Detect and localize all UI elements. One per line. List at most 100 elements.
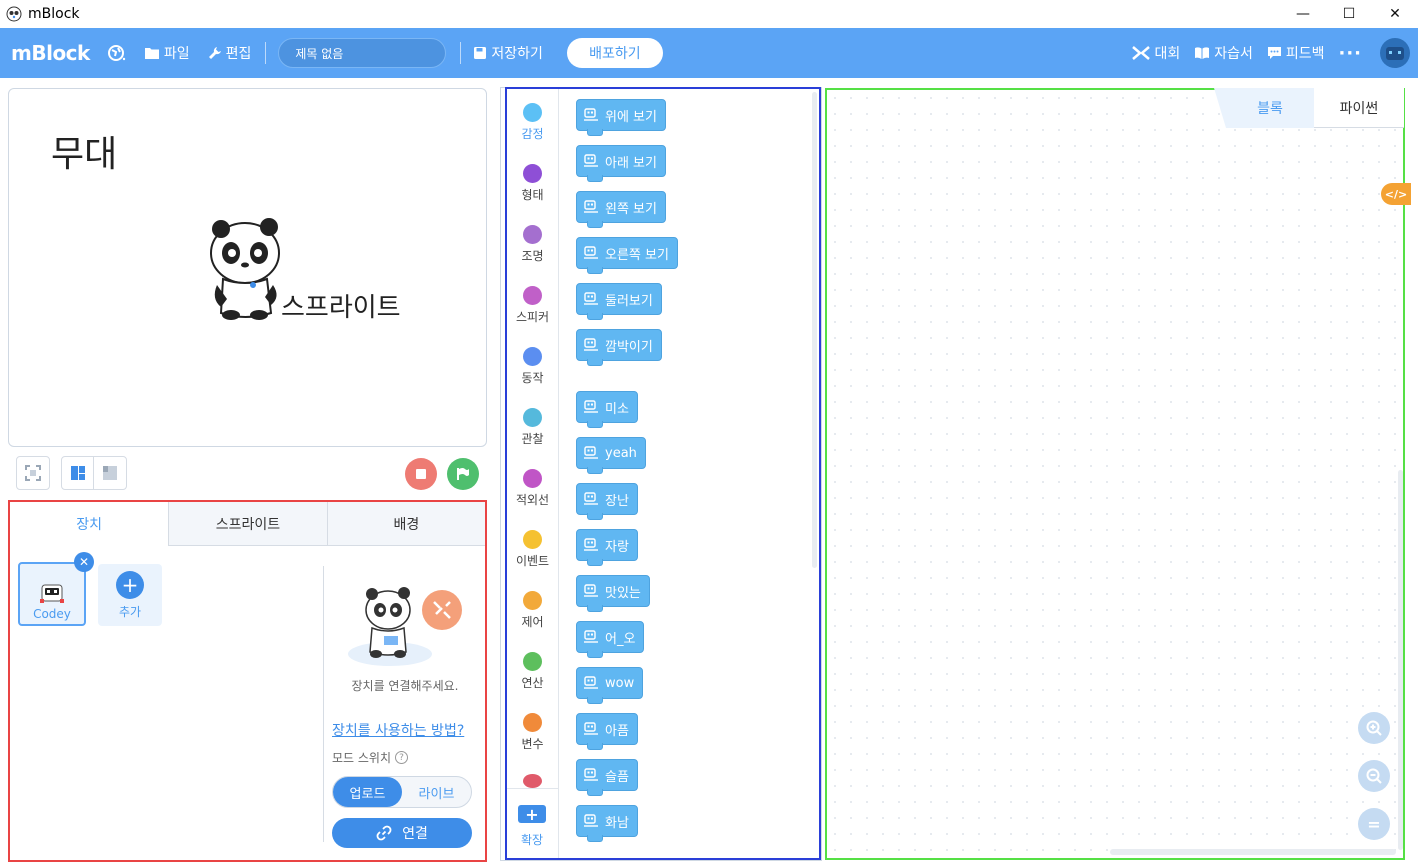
category-color-dot	[523, 347, 542, 366]
connect-hint-text: 장치를 연결해주세요.	[351, 679, 459, 693]
code-block[interactable]: 아래 보기	[576, 145, 666, 182]
language-globe-icon[interactable]	[107, 44, 126, 62]
project-title-input[interactable]: 제목 없음	[278, 38, 447, 68]
feedback-link[interactable]: 피드백	[1267, 43, 1324, 63]
category-item[interactable]: 제어	[506, 585, 559, 646]
stop-button[interactable]	[405, 458, 437, 490]
category-item[interactable]: 연산	[506, 646, 559, 707]
connect-button[interactable]: 연결	[332, 818, 472, 848]
help-icon[interactable]: ?	[395, 751, 409, 764]
category-item[interactable]: 관찰	[506, 402, 559, 463]
edit-menu[interactable]: 편집	[208, 43, 251, 63]
code-block[interactable]: wow	[576, 667, 644, 704]
code-block-label: 위에 보기	[605, 109, 657, 125]
category-label: 적외선	[515, 493, 550, 507]
stage-title: 무대	[51, 134, 118, 175]
category-label: 형태	[521, 188, 544, 202]
code-block[interactable]: 장난	[576, 483, 638, 520]
code-block-label: 왼쪽 보기	[605, 201, 657, 217]
category-item[interactable]: 감정	[506, 97, 559, 158]
tutorial-link[interactable]: 자습서	[1194, 43, 1253, 63]
mode-live-option[interactable]: 라이브	[402, 777, 471, 807]
maximize-button[interactable]: ☐	[1326, 0, 1372, 28]
code-block-label: 자랑	[605, 539, 629, 555]
category-color-dot	[523, 408, 542, 427]
flag-icon	[457, 468, 469, 480]
code-block-label: 맛있는	[605, 585, 641, 601]
codey-robot-icon	[40, 584, 64, 603]
fullscreen-button[interactable]	[16, 456, 50, 490]
codey-block-icon	[584, 814, 598, 827]
code-block[interactable]: 위에 보기	[576, 99, 666, 136]
category-item[interactable]: 스피커	[506, 280, 559, 341]
publish-button[interactable]: 배포하기	[566, 38, 663, 68]
category-item[interactable]: 적외선	[506, 463, 559, 524]
tab-blocks[interactable]: 블록	[1214, 88, 1314, 128]
tab-devices[interactable]: 장치	[10, 502, 169, 546]
extension-label: 확장	[520, 833, 544, 847]
code-block-label: 오른쪽 보기	[605, 247, 669, 263]
category-item[interactable]: 이벤트	[506, 524, 559, 585]
more-menu-button[interactable]: ···	[1338, 43, 1362, 64]
close-window-button[interactable]: ✕	[1372, 0, 1418, 28]
category-item-partial[interactable]	[506, 768, 559, 788]
code-block[interactable]: 왼쪽 보기	[576, 191, 666, 228]
save-icon	[474, 47, 487, 59]
code-block[interactable]: 아픔	[576, 713, 638, 750]
category-item[interactable]: 변수	[506, 707, 559, 768]
remove-device-button[interactable]: ✕	[74, 552, 94, 572]
codey-block-icon	[584, 492, 598, 505]
code-block[interactable]: 깜박이기	[576, 329, 662, 366]
code-block[interactable]: 오른쪽 보기	[576, 237, 678, 274]
tab-python[interactable]: 파이썬	[1314, 88, 1404, 128]
extension-area: + 확장	[506, 788, 559, 858]
tab-backgrounds[interactable]: 배경	[326, 502, 485, 546]
minimize-button[interactable]: —	[1280, 0, 1326, 28]
category-item[interactable]: 동작	[506, 341, 559, 402]
panda-sprite[interactable]	[209, 213, 289, 321]
code-block[interactable]: 어_오	[576, 621, 645, 658]
competition-link[interactable]: 대회	[1132, 43, 1180, 63]
device-card-codey[interactable]: Codey	[18, 562, 86, 626]
code-block[interactable]: 맛있는	[576, 575, 650, 612]
code-block[interactable]: 미소	[576, 391, 638, 428]
feedback-icon	[1267, 47, 1281, 59]
tab-sprites[interactable]: 스프라이트	[168, 502, 327, 546]
large-stage-layout-button[interactable]	[62, 457, 94, 489]
code-block[interactable]: 둘러보기	[576, 283, 662, 320]
category-label: 조명	[521, 249, 544, 263]
layout-switch	[61, 456, 127, 490]
code-view-toggle[interactable]: </>	[1381, 183, 1411, 205]
codey-block-icon	[584, 722, 598, 735]
codey-block-icon	[584, 400, 598, 413]
competition-label: 대회	[1154, 46, 1181, 62]
code-block[interactable]: yeah	[576, 437, 646, 474]
toolbar-divider	[265, 42, 267, 64]
script-workspace[interactable]	[825, 88, 1405, 860]
add-device-button[interactable]: + 추가	[98, 564, 162, 626]
stage-canvas[interactable]: 무대 스프라이트	[8, 88, 487, 447]
user-avatar[interactable]	[1380, 38, 1410, 68]
zoom-in-button[interactable]	[1358, 712, 1390, 744]
save-button[interactable]: 저장하기	[473, 43, 543, 63]
category-item[interactable]: 형태	[506, 158, 559, 219]
category-item[interactable]: 조명	[506, 219, 559, 280]
workspace-vertical-scrollbar[interactable]	[1398, 470, 1403, 850]
zoom-out-button[interactable]	[1358, 760, 1390, 792]
add-extension-button[interactable]: +	[518, 805, 546, 824]
small-stage-layout-button[interactable]	[94, 457, 126, 489]
mode-upload-option[interactable]: 업로드	[333, 777, 402, 807]
code-block[interactable]: 화남	[576, 805, 638, 842]
workspace-horizontal-scrollbar[interactable]	[1110, 849, 1396, 855]
zoom-reset-button[interactable]: =	[1358, 808, 1390, 840]
category-label: 연산	[521, 676, 544, 690]
toolbar-divider	[460, 42, 462, 64]
codey-block-icon	[584, 446, 598, 459]
code-block[interactable]: 자랑	[576, 529, 638, 566]
app-logo: mBlock	[11, 41, 90, 65]
green-flag-button[interactable]	[447, 458, 479, 490]
howto-link[interactable]: 장치를 사용하는 방법?	[332, 720, 464, 740]
code-block[interactable]: 슬픔	[576, 759, 638, 796]
file-menu[interactable]: 파일	[144, 43, 190, 63]
palette-scrollbar[interactable]	[812, 92, 817, 568]
